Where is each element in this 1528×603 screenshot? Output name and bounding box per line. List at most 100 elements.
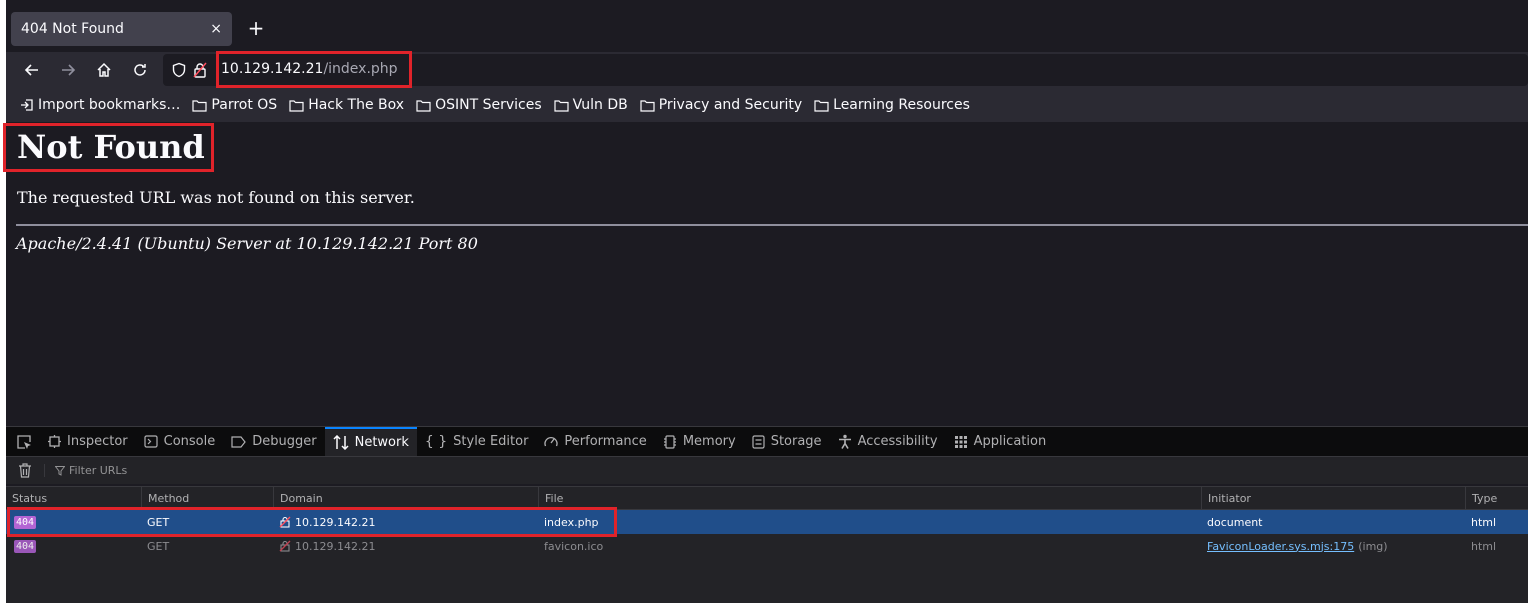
reload-icon [134, 64, 146, 76]
status-badge: 404 [14, 539, 37, 553]
bookmark-osint-services[interactable]: OSINT Services [416, 97, 542, 113]
filter-urls-input[interactable]: Filter URLs [44, 464, 127, 477]
back-arrow-icon [24, 64, 38, 76]
forward-button[interactable] [58, 60, 78, 80]
new-tab-button[interactable]: + [244, 16, 268, 40]
tab-label: Memory [682, 434, 736, 449]
bookmark-privacy-security[interactable]: Privacy and Security [640, 97, 802, 113]
tab-label: Performance [564, 434, 647, 449]
bookmark-hack-the-box[interactable]: Hack The Box [289, 97, 404, 113]
shield-icon [172, 62, 186, 78]
bookmarks-toolbar: Import bookmarks… Parrot OS Hack The Box… [6, 88, 1528, 122]
folder-icon [554, 99, 569, 112]
tab-network[interactable]: Network [324, 427, 417, 456]
bookmark-label: Hack The Box [308, 97, 405, 113]
filter-icon [55, 465, 65, 476]
inspector-icon [48, 435, 61, 448]
tab-style-editor[interactable]: { } Style Editor [417, 427, 537, 456]
element-picker-icon [17, 434, 31, 449]
table-row[interactable]: 404 GET 10.129.142.21 favicon.ico Favico… [6, 534, 1528, 558]
bookmark-label: Privacy and Security [658, 97, 803, 113]
column-initiator[interactable]: Initiator [1201, 487, 1465, 509]
home-button[interactable] [94, 60, 114, 80]
bookmark-parrot-os[interactable]: Parrot OS [192, 97, 277, 113]
tab-performance[interactable]: Performance [536, 427, 654, 456]
tab-label: Debugger [252, 434, 317, 449]
server-signature: Apache/2.4.41 (Ubuntu) Server at 10.129.… [16, 234, 478, 253]
back-button[interactable] [22, 60, 42, 80]
memory-icon [663, 434, 676, 449]
tab-label: Network [354, 435, 409, 450]
column-method[interactable]: Method [141, 487, 273, 509]
column-file[interactable]: File [538, 487, 1201, 509]
initiator-cell: document [1207, 515, 1263, 529]
performance-icon [544, 436, 559, 447]
request-list-empty-area [6, 558, 1528, 603]
error-message: The requested URL was not found on this … [17, 188, 415, 207]
file-cell: favicon.ico [544, 539, 604, 553]
console-icon [144, 435, 158, 448]
bookmark-learning-resources[interactable]: Learning Resources [814, 97, 970, 113]
connection-info-button[interactable] [193, 60, 207, 80]
bookmark-label: Import bookmarks… [38, 97, 181, 113]
divider [16, 224, 1528, 226]
bookmark-label: OSINT Services [435, 97, 542, 113]
application-icon [954, 435, 967, 448]
trash-icon[interactable] [18, 463, 32, 478]
folder-icon [289, 99, 304, 112]
tab-strip: 404 Not Found × + [6, 0, 1528, 52]
tab-label: Style Editor [453, 434, 529, 449]
close-tab-icon[interactable]: × [210, 21, 222, 37]
tab-debugger[interactable]: Debugger [223, 427, 324, 456]
bookmark-label: Vuln DB [572, 97, 628, 113]
tab-label: Application [973, 434, 1047, 449]
storage-icon [752, 434, 765, 449]
row-highlight-box [7, 507, 617, 537]
bookmark-import[interactable]: Import bookmarks… [20, 97, 180, 113]
home-icon [97, 62, 111, 77]
initiator-cell: FaviconLoader.sys.mjs:175 (img) [1201, 534, 1388, 558]
column-type[interactable]: Type [1465, 487, 1528, 509]
type-cell: html [1471, 515, 1497, 529]
tracking-protection-button[interactable] [169, 60, 189, 80]
type-cell: html [1471, 539, 1497, 553]
tab-accessibility[interactable]: Accessibility [830, 427, 946, 456]
domain-cell: 10.129.142.21 [273, 534, 375, 558]
initiator-link[interactable]: FaviconLoader.sys.mjs:175 [1207, 540, 1354, 553]
tab-label: Storage [770, 434, 822, 449]
style-editor-icon: { } [424, 433, 448, 450]
folder-icon [416, 99, 431, 112]
browser-tab[interactable]: 404 Not Found × [11, 12, 232, 46]
reload-button[interactable] [130, 60, 150, 80]
insecure-lock-icon [279, 540, 291, 552]
initiator-suffix: (img) [1358, 539, 1388, 553]
url-highlight-box [216, 51, 412, 88]
tab-console[interactable]: Console [136, 427, 224, 456]
page-content: Not Found The requested URL was not foun… [6, 122, 1528, 426]
import-icon [21, 99, 33, 111]
network-icon [333, 435, 349, 450]
bookmark-label: Parrot OS [211, 97, 278, 113]
status-cell: 404 [8, 534, 37, 558]
column-domain[interactable]: Domain [273, 487, 538, 509]
tab-label: Console [163, 434, 216, 449]
accessibility-icon [838, 434, 851, 449]
element-picker-button[interactable] [14, 427, 40, 456]
forward-arrow-icon [62, 64, 76, 76]
tab-label: Inspector [67, 434, 128, 449]
browser-window: 404 Not Found × + 10.129.142.21/index.ph… [0, 0, 1528, 603]
tab-storage[interactable]: Storage [744, 427, 830, 456]
bookmark-vuln-db[interactable]: Vuln DB [554, 97, 628, 113]
column-status[interactable]: Status [6, 487, 142, 509]
filter-placeholder: Filter URLs [69, 464, 128, 477]
folder-icon [192, 99, 208, 112]
tab-application[interactable]: Application [946, 427, 1055, 456]
network-toolbar: Filter URLs [6, 456, 1528, 484]
title-highlight-box [3, 123, 214, 172]
devtools-tabbar: Inspector Console Debugger Network { } S… [6, 426, 1528, 456]
folder-icon [814, 99, 829, 112]
tab-inspector[interactable]: Inspector [40, 427, 136, 456]
tab-memory[interactable]: Memory [655, 427, 744, 456]
tab-label: Accessibility [857, 434, 938, 449]
domain-value: 10.129.142.21 [295, 539, 376, 553]
